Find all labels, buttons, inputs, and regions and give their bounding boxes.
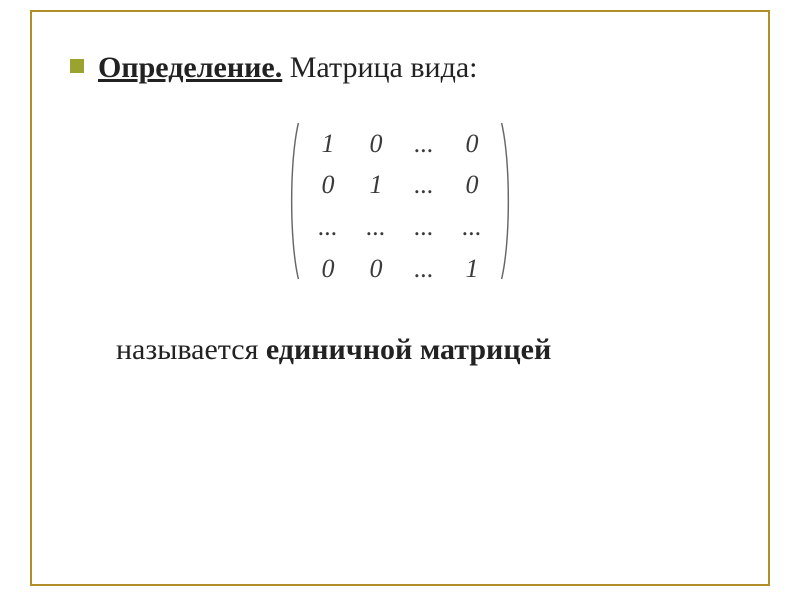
closing-prefix: называется bbox=[116, 333, 266, 366]
matrix-cell: 1 bbox=[352, 164, 400, 206]
matrix-cell: 1 bbox=[448, 248, 496, 290]
definition-label: Определение. bbox=[98, 51, 282, 84]
matrix-grid: 1 0 ... 0 0 1 ... 0 ... ... ... ... bbox=[304, 123, 496, 290]
matrix-cell: 0 bbox=[304, 248, 352, 290]
table-row: 0 0 ... 1 bbox=[304, 248, 496, 290]
heading-text: Определение. Матрица вида: bbox=[98, 49, 478, 87]
matrix-cell: 0 bbox=[448, 164, 496, 206]
matrix-cell: ... bbox=[400, 206, 448, 248]
matrix-cell: 0 bbox=[352, 248, 400, 290]
table-row: 1 0 ... 0 bbox=[304, 123, 496, 165]
closing-text: называется единичной матрицей bbox=[116, 333, 760, 367]
matrix-cell: ... bbox=[352, 206, 400, 248]
slide-border bbox=[30, 10, 770, 586]
slide: Определение. Матрица вида: 1 0 ... 0 0 1 bbox=[0, 0, 800, 600]
closing-term: единичной матрицей bbox=[266, 333, 551, 366]
table-row: ... ... ... ... bbox=[304, 206, 496, 248]
matrix-cell: ... bbox=[304, 206, 352, 248]
matrix-cell: 0 bbox=[448, 123, 496, 165]
heading-row: Определение. Матрица вида: bbox=[70, 49, 760, 87]
matrix-cell: 1 bbox=[304, 123, 352, 165]
bullet-icon bbox=[70, 59, 84, 73]
matrix-cell: ... bbox=[400, 248, 448, 290]
table-row: 0 1 ... 0 bbox=[304, 164, 496, 206]
matrix-cell: 0 bbox=[304, 164, 352, 206]
matrix-cell: 0 bbox=[352, 123, 400, 165]
matrix-wrapper: 1 0 ... 0 0 1 ... 0 ... ... ... ... bbox=[40, 121, 760, 292]
matrix-cell: ... bbox=[448, 206, 496, 248]
matrix-cell: ... bbox=[400, 164, 448, 206]
matrix-cell: ... bbox=[400, 123, 448, 165]
right-paren-icon bbox=[498, 121, 516, 281]
intro-text: Матрица вида: bbox=[290, 51, 478, 84]
left-paren-icon bbox=[284, 121, 302, 281]
identity-matrix: 1 0 ... 0 0 1 ... 0 ... ... ... ... bbox=[284, 121, 516, 292]
